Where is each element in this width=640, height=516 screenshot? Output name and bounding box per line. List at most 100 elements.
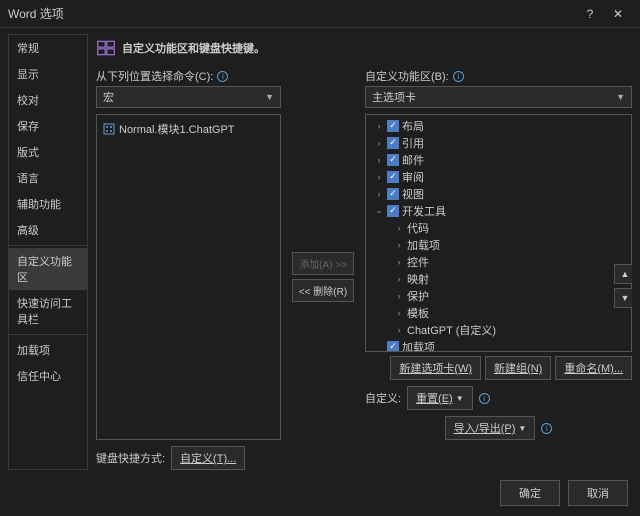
add-button[interactable]: 添加(A) >> — [292, 252, 354, 275]
ribbon-icon — [96, 38, 116, 58]
remove-button[interactable]: << 删除(R) — [292, 279, 354, 302]
expand-icon[interactable]: › — [394, 223, 404, 233]
expand-icon[interactable]: › — [394, 274, 404, 284]
help-button[interactable]: ? — [576, 7, 604, 21]
tree-node-label: 加载项 — [402, 339, 435, 353]
sidebar-item[interactable]: 加载项 — [9, 337, 87, 363]
page-title: 自定义功能区和键盘快捷键。 — [96, 34, 632, 68]
expand-icon[interactable]: ⌄ — [374, 205, 384, 216]
move-down-button[interactable]: ▼ — [614, 288, 632, 308]
customize-label-text: 自定义功能区(B): — [365, 68, 449, 84]
ribbon-tree[interactable]: ›✓布局›✓引用›✓邮件›✓审阅›✓视图⌄✓开发工具›代码›加载项›控件›映射›… — [365, 114, 632, 352]
kb-shortcut-label: 键盘快捷方式: — [96, 450, 165, 466]
checkbox[interactable]: ✓ — [387, 188, 399, 200]
titlebar: Word 选项 ? ✕ — [0, 0, 640, 28]
sidebar-item[interactable]: 校对 — [9, 87, 87, 113]
tree-node-label: 模板 — [407, 305, 429, 321]
window-title: Word 选项 — [8, 5, 576, 22]
choose-from-value: 宏 — [103, 89, 114, 105]
tree-node-label: 布局 — [402, 118, 424, 134]
chevron-down-icon: ▼ — [616, 92, 625, 102]
choose-from-label: 从下列位置选择命令(C): i — [96, 68, 281, 84]
checkbox[interactable]: ✓ — [387, 137, 399, 149]
expand-icon[interactable]: › — [374, 155, 384, 165]
sidebar-item[interactable]: 高级 — [9, 217, 87, 243]
tree-node[interactable]: ⌄✓开发工具 — [366, 202, 631, 219]
expand-icon[interactable]: › — [394, 291, 404, 301]
transfer-buttons: 添加(A) >> << 删除(R) — [289, 114, 357, 440]
info-icon[interactable]: i — [217, 71, 228, 82]
tree-node-label: 映射 — [407, 271, 429, 287]
import-row: 导入/导出(P)▼ i — [365, 416, 632, 440]
sidebar-item[interactable]: 辅助功能 — [9, 191, 87, 217]
close-button[interactable]: ✕ — [604, 7, 632, 21]
tree-node[interactable]: ›保护 — [366, 287, 631, 304]
move-up-button[interactable]: ▲ — [614, 264, 632, 284]
tree-node-label: 引用 — [402, 135, 424, 151]
ok-button[interactable]: 确定 — [500, 480, 560, 506]
tree-node[interactable]: ›ChatGPT (自定义) — [366, 321, 631, 338]
customize-label: 自定义功能区(B): i — [365, 68, 632, 84]
keyboard-row: 键盘快捷方式: 自定义(T)... — [96, 446, 632, 470]
tree-node[interactable]: ›✓邮件 — [366, 151, 631, 168]
tree-node-label: 开发工具 — [402, 203, 446, 219]
tree-node[interactable]: ›加载项 — [366, 236, 631, 253]
sidebar: 常规显示校对保存版式语言辅助功能高级自定义功能区快速访问工具栏加载项信任中心 — [8, 34, 88, 470]
tree-node[interactable]: ›模板 — [366, 304, 631, 321]
reset-button[interactable]: 重置(E)▼ — [407, 386, 473, 410]
tree-node[interactable]: ›✓布局 — [366, 117, 631, 134]
info-icon[interactable]: i — [541, 423, 552, 434]
sidebar-item[interactable]: 显示 — [9, 61, 87, 87]
tree-node-label: ChatGPT (自定义) — [407, 322, 496, 338]
new-tab-button[interactable]: 新建选项卡(W) — [390, 356, 481, 380]
customize-combo[interactable]: 主选项卡 ▼ — [365, 86, 632, 108]
tree-node[interactable]: ›控件 — [366, 253, 631, 270]
checkbox[interactable]: ✓ — [387, 171, 399, 183]
chevron-down-icon: ▼ — [518, 424, 526, 433]
expand-icon[interactable]: › — [394, 325, 404, 335]
tree-node[interactable]: ›映射 — [366, 270, 631, 287]
checkbox[interactable]: ✓ — [387, 120, 399, 132]
tree-node-label: 视图 — [402, 186, 424, 202]
customize-value: 主选项卡 — [372, 89, 416, 105]
expand-icon[interactable]: › — [394, 308, 404, 318]
chevron-down-icon: ▼ — [265, 92, 274, 102]
sidebar-item[interactable]: 信任中心 — [9, 363, 87, 389]
expand-icon[interactable]: › — [394, 240, 404, 250]
sidebar-item[interactable]: 自定义功能区 — [9, 248, 87, 290]
commands-listbox[interactable]: Normal.模块1.ChatGPT — [96, 114, 281, 440]
choose-from-combo[interactable]: 宏 ▼ — [96, 86, 281, 108]
cancel-button[interactable]: 取消 — [568, 480, 628, 506]
tree-node[interactable]: ›✓审阅 — [366, 168, 631, 185]
new-group-button[interactable]: 新建组(N) — [485, 356, 551, 380]
reorder-buttons: ▲ ▼ — [614, 264, 632, 308]
import-export-button[interactable]: 导入/导出(P)▼ — [445, 416, 536, 440]
tree-node-label: 保护 — [407, 288, 429, 304]
checkbox[interactable]: ✓ — [387, 205, 399, 217]
tree-node[interactable]: ›✓视图 — [366, 185, 631, 202]
sidebar-item[interactable]: 版式 — [9, 139, 87, 165]
chevron-down-icon: ▼ — [456, 394, 464, 403]
sidebar-item[interactable]: 保存 — [9, 113, 87, 139]
sidebar-item[interactable]: 常规 — [9, 35, 87, 61]
expand-icon[interactable]: › — [374, 189, 384, 199]
info-icon[interactable]: i — [479, 393, 490, 404]
tree-node[interactable]: ›✓引用 — [366, 134, 631, 151]
info-icon[interactable]: i — [453, 71, 464, 82]
checkbox[interactable]: ✓ — [387, 154, 399, 166]
kb-customize-button[interactable]: 自定义(T)... — [171, 446, 245, 470]
sidebar-item[interactable]: 快速访问工具栏 — [9, 290, 87, 332]
main: 自定义功能区和键盘快捷键。 从下列位置选择命令(C): i 宏 ▼ 自定义功能区… — [96, 34, 632, 470]
expand-icon[interactable]: › — [394, 257, 404, 267]
expand-icon[interactable]: › — [374, 172, 384, 182]
list-item[interactable]: Normal.模块1.ChatGPT — [101, 119, 276, 139]
footer: 确定 取消 — [0, 474, 640, 516]
expand-icon[interactable]: › — [374, 121, 384, 131]
sidebar-item[interactable]: 语言 — [9, 165, 87, 191]
checkbox[interactable]: ✓ — [387, 341, 399, 353]
expand-icon[interactable]: › — [374, 138, 384, 148]
tree-node[interactable]: ✓加载项 — [366, 338, 631, 352]
tree-node-label: 控件 — [407, 254, 429, 270]
tree-node[interactable]: ›代码 — [366, 219, 631, 236]
rename-button[interactable]: 重命名(M)... — [555, 356, 632, 380]
